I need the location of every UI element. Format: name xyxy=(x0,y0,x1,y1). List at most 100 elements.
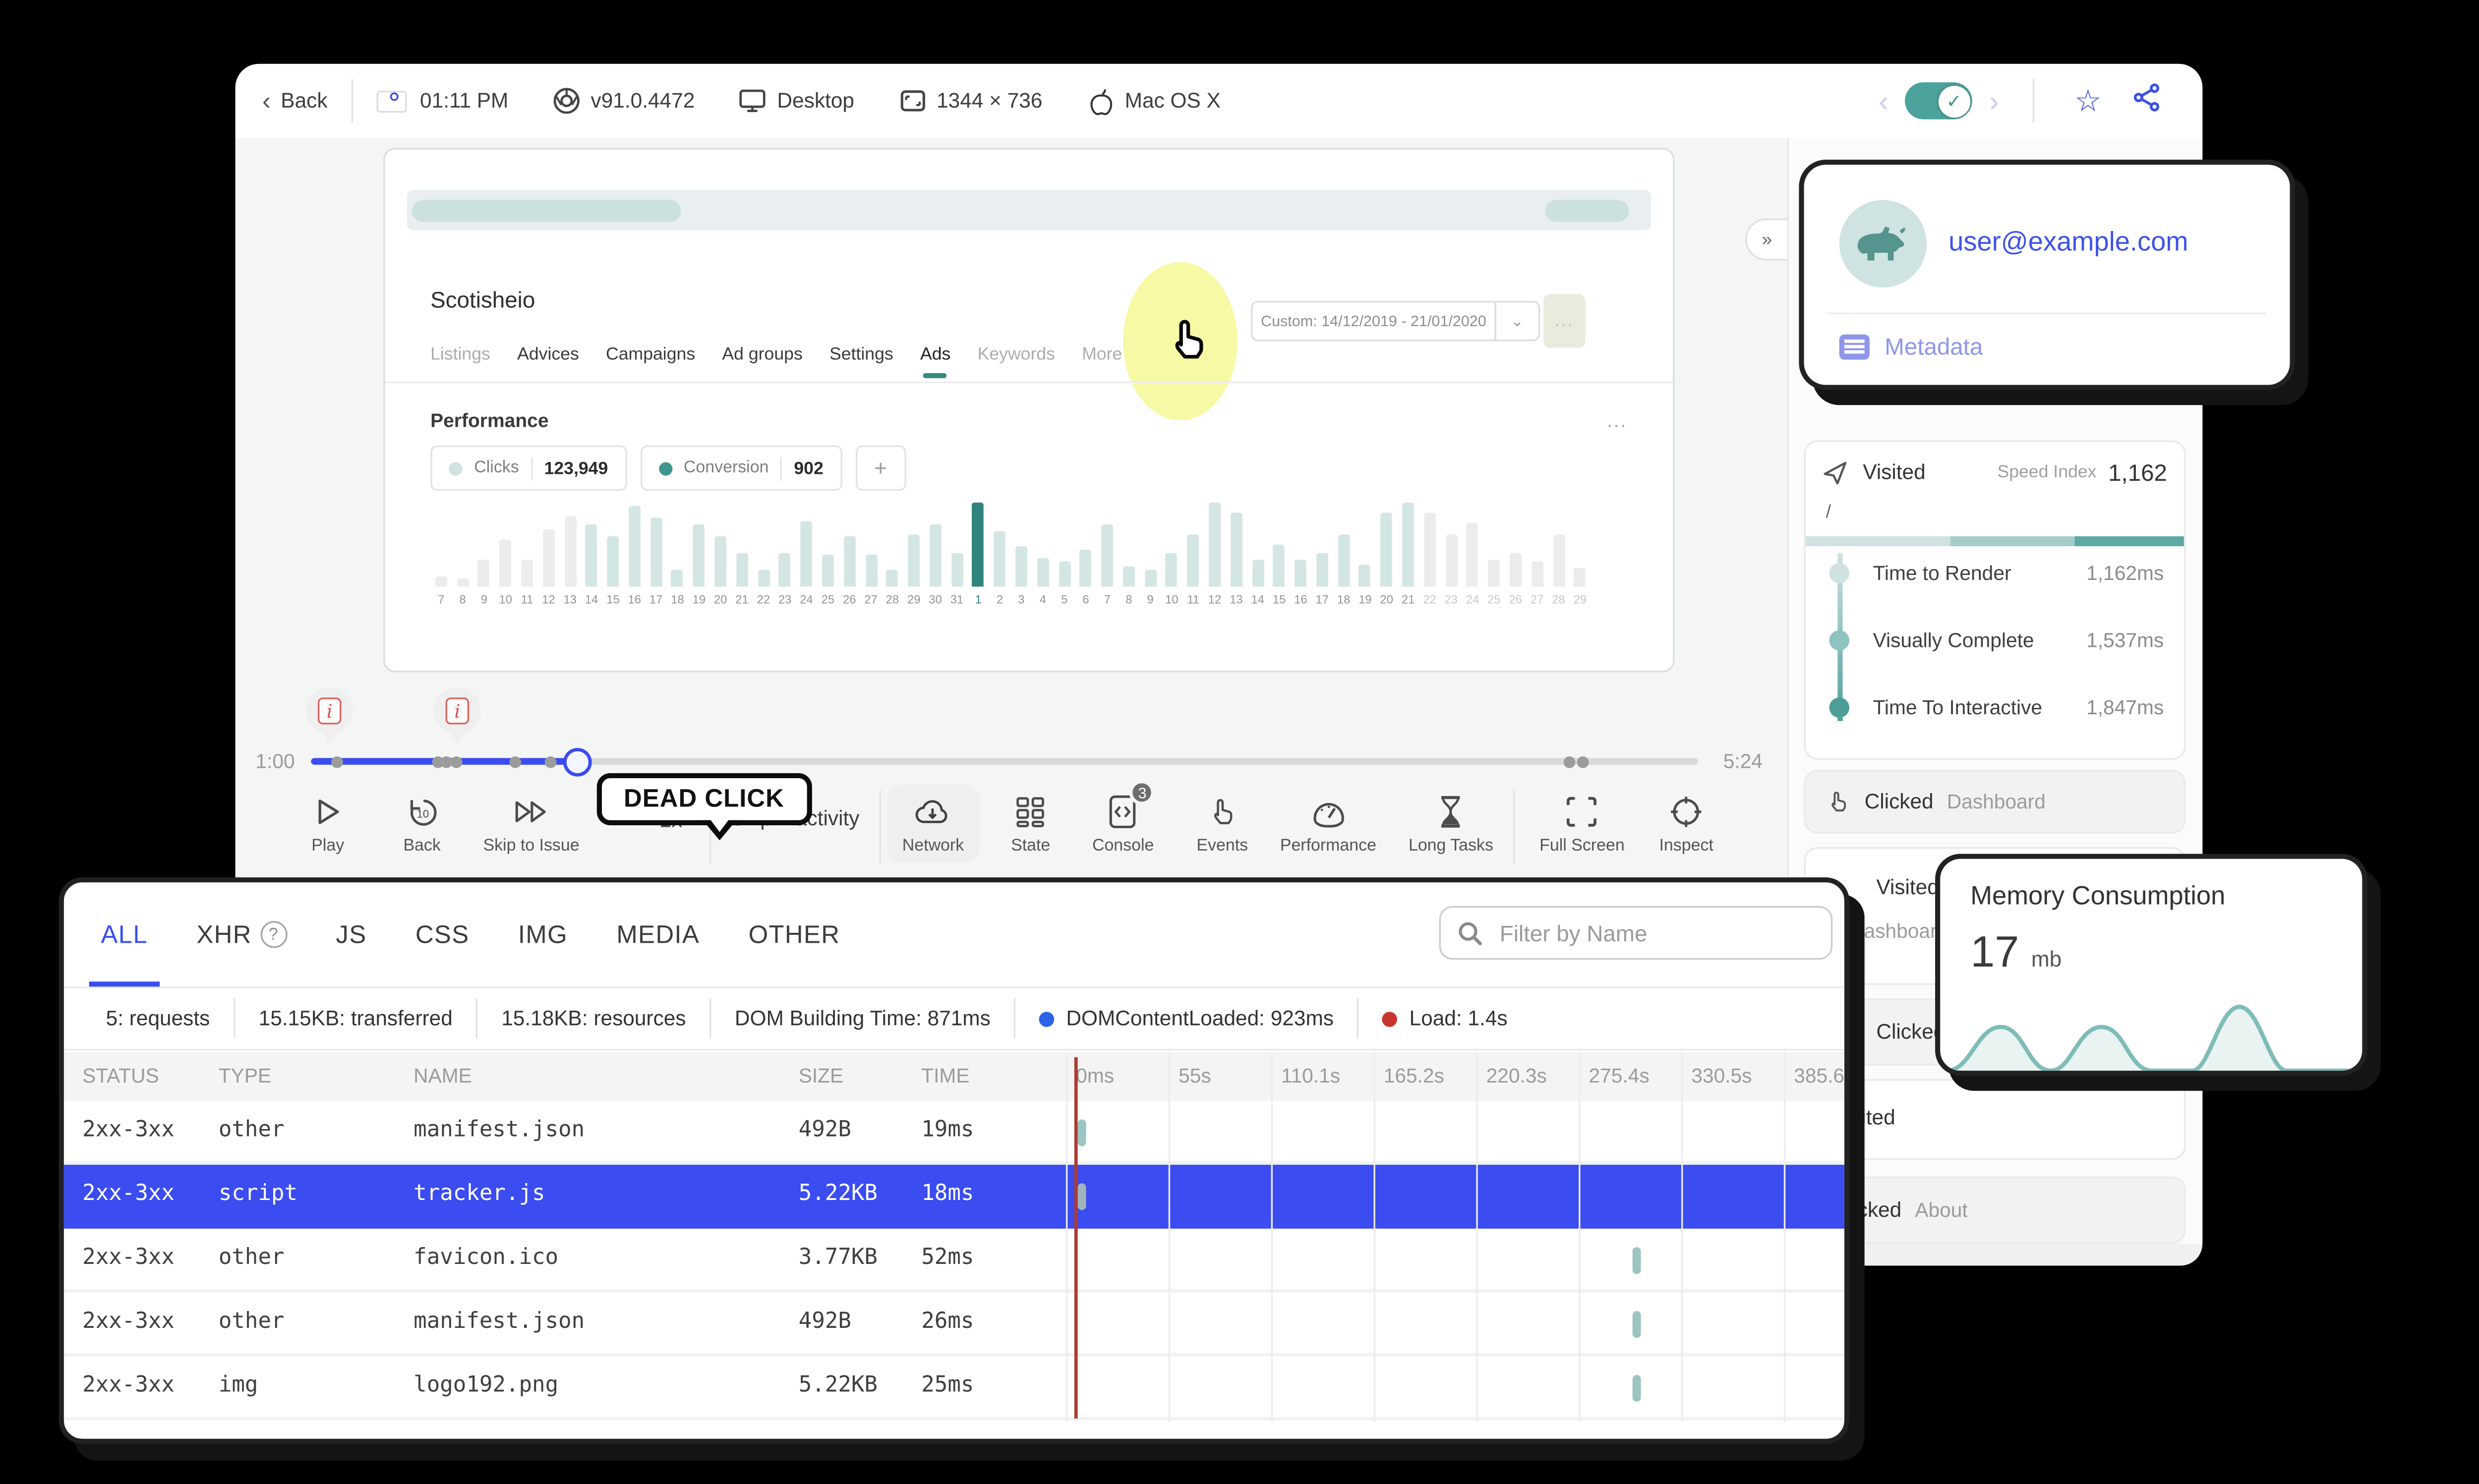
event-dot[interactable] xyxy=(544,755,557,767)
chart-x-label: 24 xyxy=(800,595,813,607)
event-dot[interactable] xyxy=(450,755,463,767)
filter-input[interactable] xyxy=(1496,918,1814,947)
network-tab-js[interactable]: JS xyxy=(336,882,366,986)
star-bookmark-button[interactable]: ☆ xyxy=(2058,86,2119,116)
user-email[interactable]: user@example.com xyxy=(1948,228,2188,259)
page-tab-ad-groups[interactable]: Ad groups xyxy=(722,344,802,365)
page-title: Scotisheio xyxy=(430,287,535,313)
network-tab-other[interactable]: OTHER xyxy=(749,882,840,986)
event-dot[interactable] xyxy=(509,755,522,767)
date-range-select[interactable]: Custom: 14/12/2019 - 21/01/2020 ⌄ xyxy=(1250,300,1540,342)
request-time: 52ms xyxy=(921,1245,974,1271)
page-more-button[interactable]: ... xyxy=(1543,294,1586,348)
request-time: 25ms xyxy=(921,1373,974,1399)
chart-bar-slot: 13 xyxy=(1226,503,1247,607)
network-tab-label: OTHER xyxy=(748,920,840,949)
performance-more-button[interactable]: ... xyxy=(1607,412,1627,432)
state-panel-button[interactable]: State xyxy=(1011,794,1050,856)
issue-marker[interactable]: i xyxy=(306,687,354,755)
network-request-row[interactable]: 2xx-3xx other favicon.ico 3.77KB 52ms xyxy=(63,1228,1844,1293)
column-header-name: NAME xyxy=(413,1064,472,1087)
network-request-row[interactable]: 2xx-3xx other manifest.json 492B 19ms xyxy=(63,1101,1844,1165)
divider xyxy=(879,790,881,864)
chart-x-label: 4 xyxy=(1039,595,1046,607)
page-tab-listings[interactable]: Listings xyxy=(430,344,490,365)
chart-x-label: 19 xyxy=(692,595,706,607)
event-visited-metrics[interactable]: Visited Speed Index 1,162 / Time to Rend… xyxy=(1804,440,2186,760)
network-tab-css[interactable]: CSS xyxy=(415,882,470,986)
events-panel-button[interactable]: Events xyxy=(1196,794,1248,856)
chart-bar-slot: 20 xyxy=(1376,503,1397,607)
chart-bar xyxy=(865,555,877,587)
session-time-label: 01:11 PM xyxy=(420,89,509,113)
metric-value: 1,847ms xyxy=(2086,695,2164,720)
metric-chip-conversion[interactable]: Conversion 902 xyxy=(640,445,842,491)
network-panel-button[interactable]: Network xyxy=(887,785,979,862)
page-tab-ads[interactable]: Ads xyxy=(920,344,950,378)
event-dot[interactable] xyxy=(1563,755,1576,767)
playhead-handle[interactable] xyxy=(563,747,592,776)
browser-version-label: v91.0.4472 xyxy=(590,89,695,113)
chart-bar-slot: 18 xyxy=(1333,503,1354,607)
skip-to-issue-button[interactable]: Skip to Issue xyxy=(483,794,580,856)
event-clicked-dashboard[interactable]: Clicked Dashboard xyxy=(1804,770,2186,834)
request-type: other xyxy=(218,1245,285,1271)
chart-bar xyxy=(779,553,791,587)
add-metric-button[interactable]: + xyxy=(855,445,906,491)
chart-bar xyxy=(1574,568,1586,587)
undo-10-icon: 10 xyxy=(405,794,439,831)
network-tab-all[interactable]: ALL xyxy=(89,882,160,987)
issue-marker-dead-click[interactable]: i xyxy=(433,687,481,755)
resolution-label: 1344 × 736 xyxy=(937,89,1043,113)
event-dot[interactable] xyxy=(331,755,343,767)
console-icon: 3 xyxy=(1106,780,1155,831)
network-tab-xhr[interactable]: XHR? xyxy=(196,882,288,986)
previous-session-button[interactable]: ‹ xyxy=(1869,87,1898,115)
chart-bar xyxy=(521,560,533,587)
help-icon[interactable]: ? xyxy=(260,921,288,948)
chart-bar xyxy=(908,534,920,587)
event-label: Visited xyxy=(1863,460,1926,484)
share-button[interactable] xyxy=(2119,81,2176,120)
performance-panel-button[interactable]: Performance xyxy=(1280,794,1376,856)
memory-title: Memory Consumption xyxy=(1970,882,2226,911)
apple-icon xyxy=(1086,87,1115,115)
metric-chip-clicks[interactable]: Clicks 123,949 xyxy=(430,445,627,491)
chart-bar-slot: 16 xyxy=(624,503,645,607)
network-request-row[interactable]: 2xx-3xx other manifest.json 492B 26ms xyxy=(63,1292,1844,1357)
back-10s-button[interactable]: 10 Back xyxy=(403,794,441,856)
network-tab-media[interactable]: MEDIA xyxy=(616,882,700,986)
metadata-button[interactable]: Metadata xyxy=(1839,333,1983,360)
console-panel-button[interactable]: 3 Console xyxy=(1092,780,1155,856)
page-tab-more[interactable]: More xyxy=(1082,344,1122,365)
back-button[interactable]: ‹ Back xyxy=(262,88,328,114)
page-tab-keywords[interactable]: Keywords xyxy=(978,344,1055,365)
autoplay-toggle[interactable]: ✓ xyxy=(1905,82,1973,119)
timeline-track[interactable]: i i xyxy=(306,687,1698,776)
play-button[interactable]: Play xyxy=(311,794,344,856)
time-column-header: 165.2s xyxy=(1383,1064,1444,1087)
network-request-row[interactable]: 2xx-3xx img logo192.png 5.22KB 25ms xyxy=(63,1356,1844,1421)
event-visited[interactable]: Visited xyxy=(1804,1079,2186,1160)
event-clicked-about[interactable]: Clicked About xyxy=(1804,1176,2186,1244)
chart-bar-slot: 28 xyxy=(882,503,903,607)
page-tab-settings[interactable]: Settings xyxy=(829,344,893,365)
chart-x-label: 22 xyxy=(757,595,770,607)
network-tab-img[interactable]: IMG xyxy=(518,882,568,986)
page-skeleton-bar xyxy=(407,190,1651,230)
chart-bar xyxy=(1251,560,1264,587)
network-request-row[interactable]: 2xx-3xx script tracker.js 5.22KB 18ms xyxy=(63,1164,1844,1229)
metric-label: Time To Interactive xyxy=(1873,695,2043,720)
chart-bar-slot: 11 xyxy=(1182,503,1204,607)
page-tab-advices[interactable]: Advices xyxy=(517,344,579,365)
inspect-button[interactable]: Inspect xyxy=(1659,794,1713,856)
chart-x-label: 13 xyxy=(563,595,577,607)
page-tab-campaigns[interactable]: Campaigns xyxy=(606,344,695,365)
long-tasks-panel-button[interactable]: Long Tasks xyxy=(1409,794,1493,856)
event-dot[interactable] xyxy=(1577,755,1589,767)
network-tab-label: MEDIA xyxy=(616,920,700,949)
next-session-button[interactable]: › xyxy=(1979,87,2009,115)
chart-bar-slot: 19 xyxy=(1355,503,1376,607)
collapse-sidebar-button[interactable]: » xyxy=(1745,218,1787,261)
full-screen-button[interactable]: Full Screen xyxy=(1539,794,1625,856)
